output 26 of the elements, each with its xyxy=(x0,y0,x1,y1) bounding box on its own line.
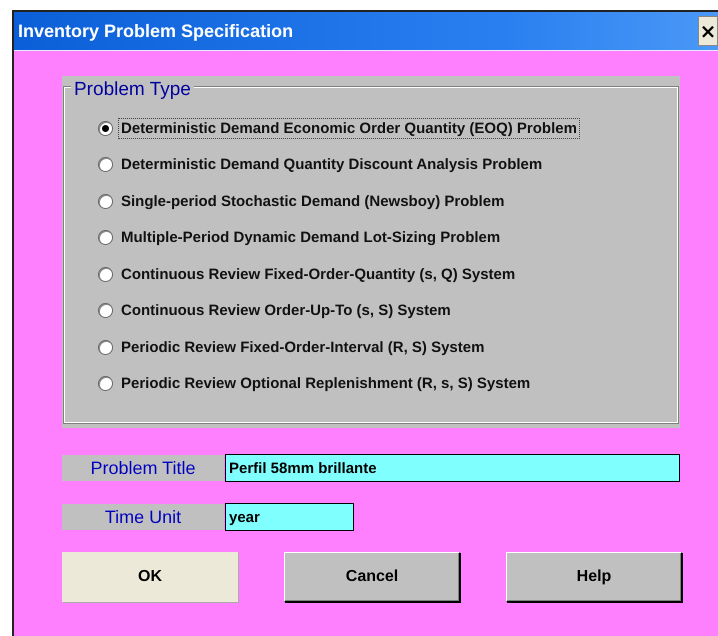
option-label[interactable]: Deterministic Demand Quantity Discount Analysis Problem xyxy=(118,154,546,176)
radio-button[interactable] xyxy=(98,340,113,355)
option-label[interactable]: Periodic Review Optional Replenishment (R, s, S) System xyxy=(118,373,534,394)
radio-button[interactable] xyxy=(98,120,113,136)
group-legend: Problem Type xyxy=(71,79,194,101)
radio-button[interactable] xyxy=(98,376,113,392)
dialog-button[interactable]: Help xyxy=(506,552,682,602)
radio-button[interactable] xyxy=(98,266,113,282)
radio-button[interactable] xyxy=(98,157,113,172)
field-label: Time Unit xyxy=(62,504,224,530)
dialog-button[interactable]: OK xyxy=(62,552,238,602)
option-label[interactable]: Single-period Stochastic Demand (Newsboy) Problem xyxy=(118,190,508,212)
option-label[interactable]: Deterministic Demand Economic Order Quantity (EOQ) Problem xyxy=(118,118,580,139)
input-field[interactable]: year xyxy=(225,503,354,531)
option-label[interactable]: Multiple-Period Dynamic Demand Lot-Sizing Problem xyxy=(118,227,504,248)
radio-button[interactable] xyxy=(98,303,113,318)
close-button[interactable]: × xyxy=(698,16,718,46)
option-label[interactable]: Periodic Review Fixed-Order-Interval (R, S) System xyxy=(118,336,488,358)
field-label: Problem Title xyxy=(62,455,224,481)
window-title: Inventory Problem Specification xyxy=(17,20,294,42)
radio-button[interactable] xyxy=(98,194,113,209)
option-label[interactable]: Continuous Review Fixed-Order-Quantity (s, Q) System xyxy=(118,264,518,285)
input-field[interactable]: Perfil 58mm brillante xyxy=(225,454,680,482)
option-label[interactable]: Continuous Review Order-Up-To (s, S) System xyxy=(118,300,454,322)
radio-button[interactable] xyxy=(98,230,113,246)
dialog-button[interactable]: Cancel xyxy=(284,552,460,602)
